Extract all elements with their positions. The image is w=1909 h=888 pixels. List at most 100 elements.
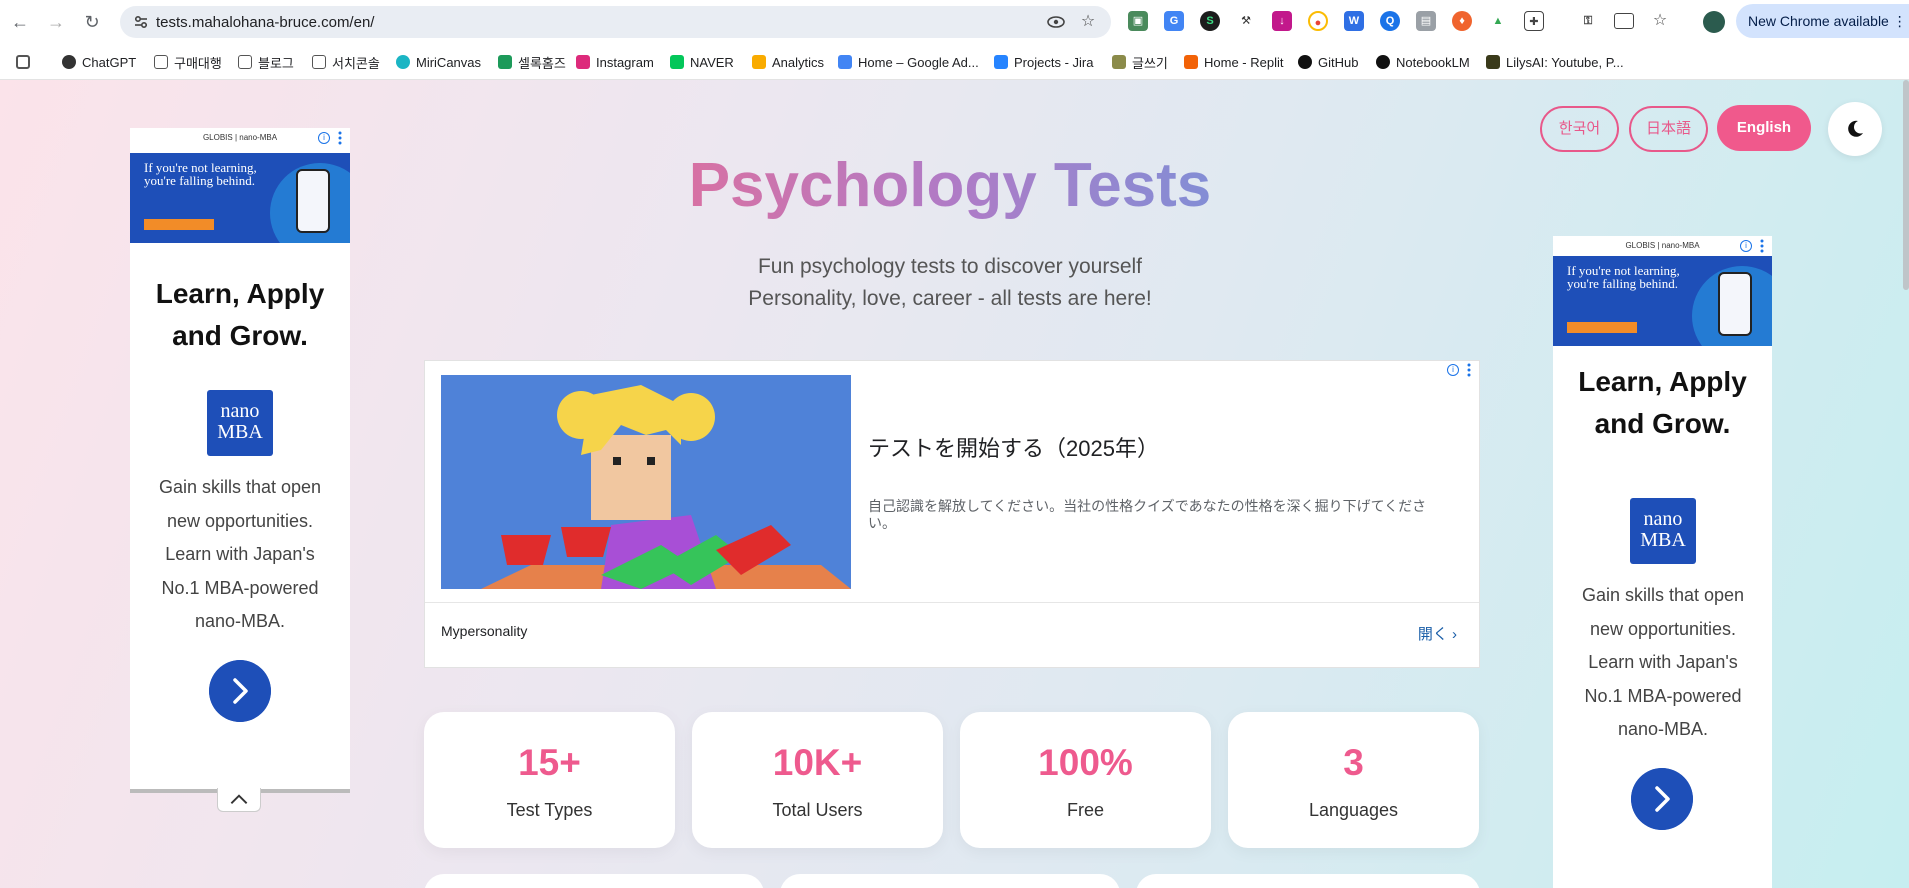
ad-menu-icon[interactable] — [1467, 363, 1471, 377]
translate-extension-icon[interactable]: G — [1164, 11, 1184, 31]
lang-japanese-button[interactable]: 日本語 — [1629, 106, 1708, 152]
center-display-ad[interactable]: i テストを開始する（2025年） 自己認識を解放してください。当社の性格クイズ… — [424, 360, 1480, 668]
ad-open-button[interactable]: 開く › — [1418, 623, 1457, 644]
bookmark-item[interactable]: 구매대행 — [154, 53, 222, 71]
ad-description: Gain skills that open new opportunities.… — [148, 471, 332, 639]
bookmark-label: Analytics — [772, 54, 825, 70]
apps-grid-icon[interactable] — [16, 53, 36, 71]
phone-illustration — [1718, 272, 1752, 336]
lang-english-button[interactable]: English — [1717, 105, 1811, 151]
fire-extension-icon[interactable]: ♦ — [1452, 11, 1472, 31]
bookmark-label: 구매대행 — [174, 55, 222, 71]
banner-cta-button[interactable] — [1567, 322, 1637, 333]
ad-heading-line-1: Learn, Apply — [1578, 366, 1747, 397]
bookmarks-star-icon[interactable]: ☆ — [1650, 11, 1670, 31]
left-side-ad[interactable]: GLOBIS | nano-MBA i If you're not learni… — [130, 128, 350, 793]
search-extension-icon[interactable]: Q — [1380, 11, 1400, 31]
bookmark-item[interactable]: 블로그 — [238, 53, 294, 71]
payment-card-icon[interactable] — [1614, 13, 1634, 29]
tools-extension-icon[interactable]: ⚒ — [1236, 11, 1256, 31]
ad-arrow-button[interactable] — [1631, 768, 1693, 830]
ad-description: 自己認識を解放してください。当社の性格クイズであなたの性格を深く掘り下げてくださ… — [868, 498, 1427, 531]
page-title: Psychology Tests — [640, 150, 1260, 221]
moon-icon — [1848, 120, 1863, 137]
bookmark-label: 셀록홈즈 — [518, 55, 566, 71]
address-bar[interactable]: tests.mahalohana-bruce.com/en/ ☆ — [120, 6, 1111, 38]
folder-icon — [238, 55, 252, 69]
bookmark-item[interactable]: Instagram — [576, 53, 654, 71]
logo-text-2: MBA — [217, 421, 263, 443]
stat-value: 3 — [1343, 742, 1364, 783]
nano-mba-logo: nano MBA — [1630, 498, 1696, 564]
bookmark-item[interactable]: LilysAI: Youtube, P... — [1486, 53, 1624, 71]
test-card[interactable] — [1136, 874, 1480, 888]
logo-text-1: nano — [220, 400, 260, 422]
ad-collapse-button[interactable] — [217, 788, 261, 812]
storage-extension-icon[interactable]: ▤ — [1416, 11, 1436, 31]
bookmark-item[interactable]: 셀록홈즈 — [498, 53, 566, 71]
bookmark-item[interactable]: 서치콘솔 — [312, 53, 380, 71]
right-side-ad[interactable]: GLOBIS | nano-MBA i If you're not learni… — [1553, 236, 1772, 888]
ad-info-icon[interactable]: i — [1447, 364, 1459, 376]
nano-mba-logo: nano MBA — [207, 390, 273, 456]
extensions-puzzle-icon[interactable]: ✚ — [1524, 11, 1544, 31]
ad-info-icon[interactable]: i — [1740, 240, 1752, 252]
reload-icon[interactable]: ↻ — [80, 10, 104, 34]
more-menu-icon[interactable]: ⋮ — [1893, 13, 1907, 29]
bookmark-item[interactable]: ChatGPT — [62, 53, 136, 71]
bookmark-item[interactable]: Home - Replit — [1184, 53, 1283, 71]
bookmark-item[interactable]: Analytics — [752, 53, 824, 71]
bookmark-label: MiriCanvas — [416, 54, 482, 70]
drive-extension-icon[interactable]: ▲ — [1488, 11, 1508, 31]
s-extension-icon[interactable]: S — [1200, 11, 1220, 31]
ad-desc-line: new opportunities. — [1589, 618, 1737, 639]
page-content: GLOBIS | nano-MBA i If you're not learni… — [0, 80, 1909, 888]
notebooklm-icon — [1376, 55, 1390, 69]
site-info-icon[interactable] — [132, 13, 150, 31]
s-icon — [498, 55, 512, 69]
bookmark-item[interactable]: Projects - Jira — [994, 53, 1093, 71]
chrome-update-button[interactable]: New Chrome available ⋮ — [1736, 4, 1909, 38]
theme-toggle-button[interactable] — [1828, 102, 1882, 156]
github-icon — [1298, 55, 1312, 69]
banner-text: If you're not learning, you're falling b… — [144, 160, 257, 188]
profile-avatar[interactable] — [1703, 11, 1725, 33]
test-card[interactable] — [780, 874, 1120, 888]
banner-cta-button[interactable] — [144, 219, 214, 230]
color-extension-icon[interactable]: ● — [1308, 11, 1328, 31]
ad-illustration-image[interactable] — [441, 375, 851, 589]
lang-korean-button[interactable]: 한국어 — [1540, 106, 1619, 152]
bookmark-label: Projects - Jira — [1014, 54, 1094, 70]
ad-banner-image[interactable]: If you're not learning, you're falling b… — [130, 153, 350, 243]
download-extension-icon[interactable]: ↓ — [1272, 11, 1292, 31]
hero-subtitle-1: Fun psychology tests to discover yoursel… — [757, 255, 1142, 278]
browser-toolbar: ← → ↻ tests.mahalohana-bruce.com/en/ ☆ ▣… — [0, 0, 1909, 44]
bookmark-item[interactable]: NotebookLM — [1376, 53, 1470, 71]
w-extension-icon[interactable]: W — [1344, 11, 1364, 31]
ad-desc-line: No.1 MBA-powered — [1584, 685, 1742, 706]
banner-text: If you're not learning, you're falling b… — [1567, 263, 1680, 291]
bookmark-label: LilysAI: Youtube, P... — [1506, 54, 1624, 70]
forward-icon[interactable]: → — [44, 10, 68, 34]
eye-icon[interactable] — [1046, 12, 1066, 32]
ad-brand-name[interactable]: Mypersonality — [441, 623, 527, 639]
ad-info-icon[interactable]: i — [318, 132, 330, 144]
screenshot-extension-icon[interactable]: ▣ — [1128, 11, 1148, 31]
bookmark-item[interactable]: 글쓰기 — [1112, 53, 1168, 71]
bookmark-item[interactable]: MiriCanvas — [396, 53, 481, 71]
bookmark-item[interactable]: GitHub — [1298, 53, 1358, 71]
logo-text-1: nano — [1643, 508, 1683, 530]
ad-arrow-button[interactable] — [209, 660, 271, 722]
ad-menu-icon[interactable] — [1760, 239, 1764, 253]
ad-menu-icon[interactable] — [338, 131, 342, 145]
bookmark-item[interactable]: Home – Google Ad... — [838, 53, 979, 71]
star-bookmark-icon[interactable]: ☆ — [1078, 12, 1098, 32]
ad-banner-image[interactable]: If you're not learning, you're falling b… — [1553, 256, 1772, 346]
ad-title[interactable]: テストを開始する（2025年） — [868, 431, 1159, 463]
back-icon[interactable]: ← — [8, 10, 32, 34]
page-scrollbar[interactable] — [1903, 80, 1909, 290]
bookmark-item[interactable]: NAVER — [670, 53, 734, 71]
password-key-icon[interactable]: ⚿ — [1578, 11, 1598, 31]
stat-label: Test Types — [506, 800, 593, 820]
test-card[interactable] — [424, 874, 764, 888]
